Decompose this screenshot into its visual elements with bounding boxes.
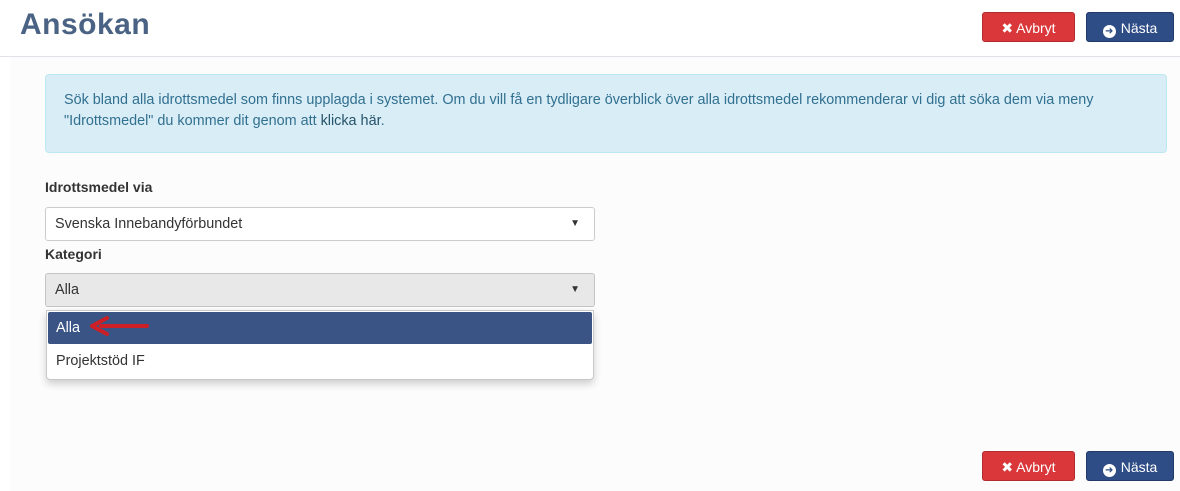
info-alert: Sök bland alla idrottsmedel som finns up… xyxy=(45,74,1167,153)
next-button-bottom-label: Nästa xyxy=(1120,459,1158,475)
page-title: Ansökan xyxy=(20,8,151,41)
caret-down-icon: ▼ xyxy=(570,218,580,229)
cancel-button-bottom[interactable]: ✖ Avbryt xyxy=(982,451,1075,481)
page-header: Ansökan ✖ Avbryt ➜ Nästa xyxy=(0,0,1180,57)
info-text-end: . xyxy=(380,113,385,129)
arrow-circle-right-icon: ➜ xyxy=(1102,25,1116,38)
caret-down-icon: ▼ xyxy=(570,284,580,295)
category-option-projektstod[interactable]: Projektstöd IF xyxy=(48,345,592,377)
arrow-circle-right-icon: ➜ xyxy=(1102,464,1116,477)
cancel-button-bottom-label: Avbryt xyxy=(1016,459,1056,475)
funding-via-select[interactable]: Svenska Innebandyförbundet ▼ xyxy=(45,207,595,241)
info-text: Sök bland alla idrottsmedel som finns up… xyxy=(64,92,1094,129)
category-label: Kategori xyxy=(45,246,102,262)
category-value: Alla xyxy=(55,282,79,298)
next-button-top[interactable]: ➜ Nästa xyxy=(1086,12,1174,42)
category-select[interactable]: Alla ▼ xyxy=(45,273,595,307)
page: Ansökan ✖ Avbryt ➜ Nästa Sök bland alla id… xyxy=(0,0,1180,491)
cancel-button-top[interactable]: ✖ Avbryt xyxy=(982,12,1075,42)
cancel-button-top-label: Avbryt xyxy=(1016,20,1056,36)
funding-via-label: Idrottsmedel via xyxy=(45,179,153,195)
next-button-bottom[interactable]: ➜ Nästa xyxy=(1086,451,1174,481)
next-button-top-label: Nästa xyxy=(1120,20,1158,36)
info-link[interactable]: klicka här xyxy=(321,113,381,129)
red-arrow-icon xyxy=(90,316,149,336)
times-icon: ✖ xyxy=(1001,459,1014,475)
funding-via-value: Svenska Innebandyförbundet xyxy=(55,216,243,232)
times-icon: ✖ xyxy=(1001,20,1014,36)
